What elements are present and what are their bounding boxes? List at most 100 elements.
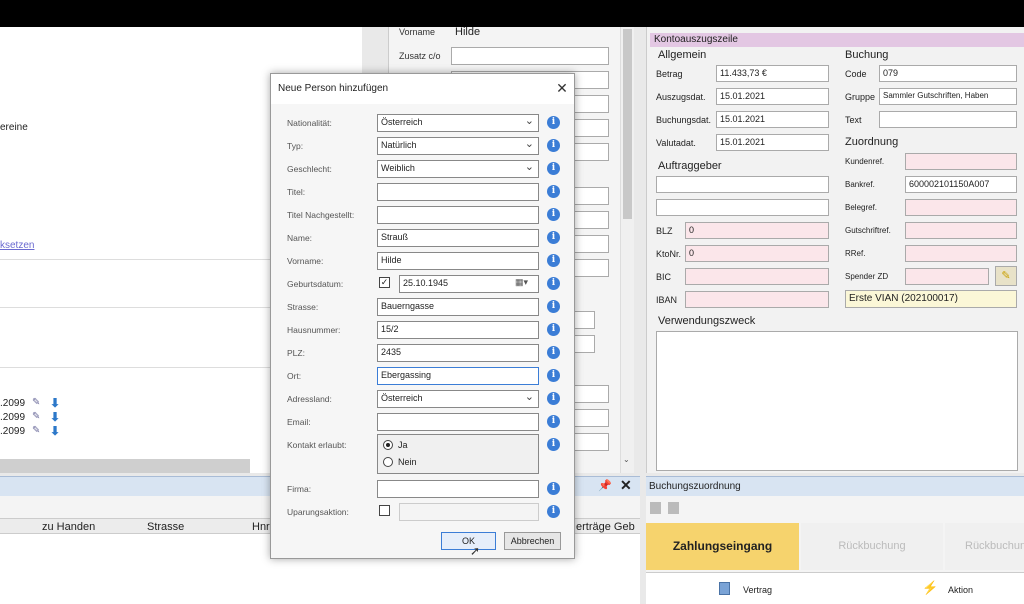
blz-input[interactable]: 0 xyxy=(685,222,829,239)
column-header[interactable]: zu Handen xyxy=(42,521,95,533)
titel-nachgestellt-input[interactable] xyxy=(377,206,539,224)
info-icon[interactable]: i xyxy=(547,392,560,405)
document-icon[interactable] xyxy=(650,502,661,514)
cancel-button[interactable]: Abbrechen xyxy=(504,532,561,550)
code-input[interactable]: 079 xyxy=(879,65,1017,82)
kontakt-ja-radio[interactable] xyxy=(383,440,393,450)
mid-zusatz-input[interactable] xyxy=(451,47,609,65)
buchungsdat-input[interactable]: 15.01.2021 xyxy=(716,111,829,128)
spender-display: Erste VIAN (202100017) xyxy=(845,290,1017,308)
email-label: Email: xyxy=(287,417,311,427)
download-arrow-icon[interactable]: ⬇ xyxy=(50,396,62,410)
edit-pencil-icon[interactable]: ✎ xyxy=(32,425,42,436)
info-icon[interactable]: i xyxy=(547,323,560,336)
belegref-input[interactable] xyxy=(905,199,1017,216)
gruppe-label: Gruppe xyxy=(845,92,876,102)
info-icon[interactable]: i xyxy=(547,254,560,267)
info-icon[interactable]: i xyxy=(547,482,560,495)
info-icon[interactable]: i xyxy=(547,300,560,313)
tab-rueckbuchung[interactable]: Rückbuchung xyxy=(801,523,943,570)
adressland-label: Adressland: xyxy=(287,394,332,404)
kontakt-ja-label[interactable]: Ja xyxy=(398,440,408,450)
bic-label: BIC xyxy=(656,272,672,282)
edit-pencil-icon[interactable]: ✎ xyxy=(32,397,42,408)
pin-icon[interactable]: 📌 xyxy=(598,479,612,492)
uparungsaktion-checkbox[interactable] xyxy=(379,505,390,516)
pencil-edit-icon[interactable]: ✎ xyxy=(995,266,1017,286)
auszugsdat-input[interactable]: 15.01.2021 xyxy=(716,88,829,105)
left-fragment-link[interactable]: ksetzen xyxy=(0,240,34,251)
column-header[interactable]: erträge Geb xyxy=(576,521,635,533)
bankref-input[interactable]: 600002101150A007 xyxy=(905,176,1017,193)
typ-select[interactable]: Natürlich xyxy=(377,137,539,155)
download-arrow-icon[interactable]: ⬇ xyxy=(50,410,62,424)
geburtsdatum-checkbox[interactable]: ✓ xyxy=(379,277,390,288)
firma-input[interactable] xyxy=(377,480,539,498)
info-icon[interactable]: i xyxy=(547,139,560,152)
geschlecht-select[interactable]: Weiblich xyxy=(377,160,539,178)
vorname-input[interactable]: Hilde xyxy=(377,252,539,270)
download-arrow-icon[interactable]: ⬇ xyxy=(50,424,62,438)
adressland-select[interactable]: Österreich xyxy=(377,390,539,408)
iban-input[interactable] xyxy=(685,291,829,308)
gutschriftref-input[interactable] xyxy=(905,222,1017,239)
scroll-down-icon[interactable]: ⌄ xyxy=(623,455,630,464)
ok-button[interactable]: OK xyxy=(441,532,496,550)
name-input[interactable]: Strauß xyxy=(377,229,539,247)
screen: ereine ksetzen .2099 ✎ ⬇ .2099 ✎ ⬇ .2099… xyxy=(0,27,1024,604)
verwendungszweck-textarea[interactable] xyxy=(656,331,1018,471)
info-icon[interactable]: i xyxy=(547,415,560,428)
edit-pencil-icon[interactable]: ✎ xyxy=(32,411,42,422)
close-icon[interactable]: ✕ xyxy=(554,78,570,98)
titel-input[interactable] xyxy=(377,183,539,201)
name-label: Name: xyxy=(287,233,313,243)
info-icon[interactable]: i xyxy=(547,231,560,244)
betrag-input[interactable]: 11.433,73 € xyxy=(716,65,829,82)
ort-input[interactable]: Ebergassing xyxy=(377,367,539,385)
auftraggeber-name2-input[interactable] xyxy=(656,199,829,216)
column-header[interactable]: Strasse xyxy=(147,521,184,533)
info-icon[interactable]: i xyxy=(547,277,560,290)
iban-label: IBAN xyxy=(656,295,678,305)
calendar-dropdown-icon[interactable]: ▦▾ xyxy=(515,277,528,288)
info-icon[interactable]: i xyxy=(547,116,560,129)
vertical-scrollbar[interactable]: ⌄ xyxy=(620,27,634,473)
horizontal-scrollbar[interactable] xyxy=(0,459,250,473)
mid-vorname-value[interactable]: Hilde xyxy=(451,27,609,42)
close-icon[interactable]: ✕ xyxy=(620,477,632,494)
gruppe-input[interactable]: Sammler Gutschriften, Haben xyxy=(879,88,1017,105)
list-item: .2099 xyxy=(0,426,26,437)
kontakt-nein-radio[interactable] xyxy=(383,457,393,467)
tab-zahlungseingang[interactable]: Zahlungseingang xyxy=(646,523,799,570)
rref-input[interactable] xyxy=(905,245,1017,262)
vertrag-label[interactable]: Vertrag xyxy=(743,585,772,595)
spender-input[interactable] xyxy=(905,268,989,285)
aktion-label[interactable]: Aktion xyxy=(948,585,973,595)
kontakt-nein-label[interactable]: Nein xyxy=(398,457,417,467)
scrollbar-thumb[interactable] xyxy=(623,29,632,219)
column-header[interactable]: Hnr xyxy=(252,521,270,533)
bic-input[interactable] xyxy=(685,268,829,285)
auftraggeber-name-input[interactable] xyxy=(656,176,829,193)
document-list-icon[interactable] xyxy=(668,502,679,514)
tab-rueckbuchung-2[interactable]: Rückbuchung xyxy=(945,523,1024,570)
plz-input[interactable]: 2435 xyxy=(377,344,539,362)
hausnummer-input[interactable]: 15/2 xyxy=(377,321,539,339)
list-item: .2099 xyxy=(0,398,26,409)
info-icon[interactable]: i xyxy=(547,346,560,359)
text-input[interactable] xyxy=(879,111,1017,128)
info-icon[interactable]: i xyxy=(547,185,560,198)
strasse-input[interactable]: Bauerngasse xyxy=(377,298,539,316)
info-icon[interactable]: i xyxy=(547,369,560,382)
info-icon[interactable]: i xyxy=(547,208,560,221)
valutadat-input[interactable]: 15.01.2021 xyxy=(716,134,829,151)
email-input[interactable] xyxy=(377,413,539,431)
info-icon[interactable]: i xyxy=(547,162,560,175)
nationalitaet-select[interactable]: Österreich xyxy=(377,114,539,132)
strasse-label: Strasse: xyxy=(287,302,319,312)
info-icon[interactable]: i xyxy=(547,438,560,451)
kundenref-input[interactable] xyxy=(905,153,1017,170)
ktonr-input[interactable]: 0 xyxy=(685,245,829,262)
info-icon[interactable]: i xyxy=(547,505,560,518)
uparungsaktion-input[interactable] xyxy=(399,503,539,521)
